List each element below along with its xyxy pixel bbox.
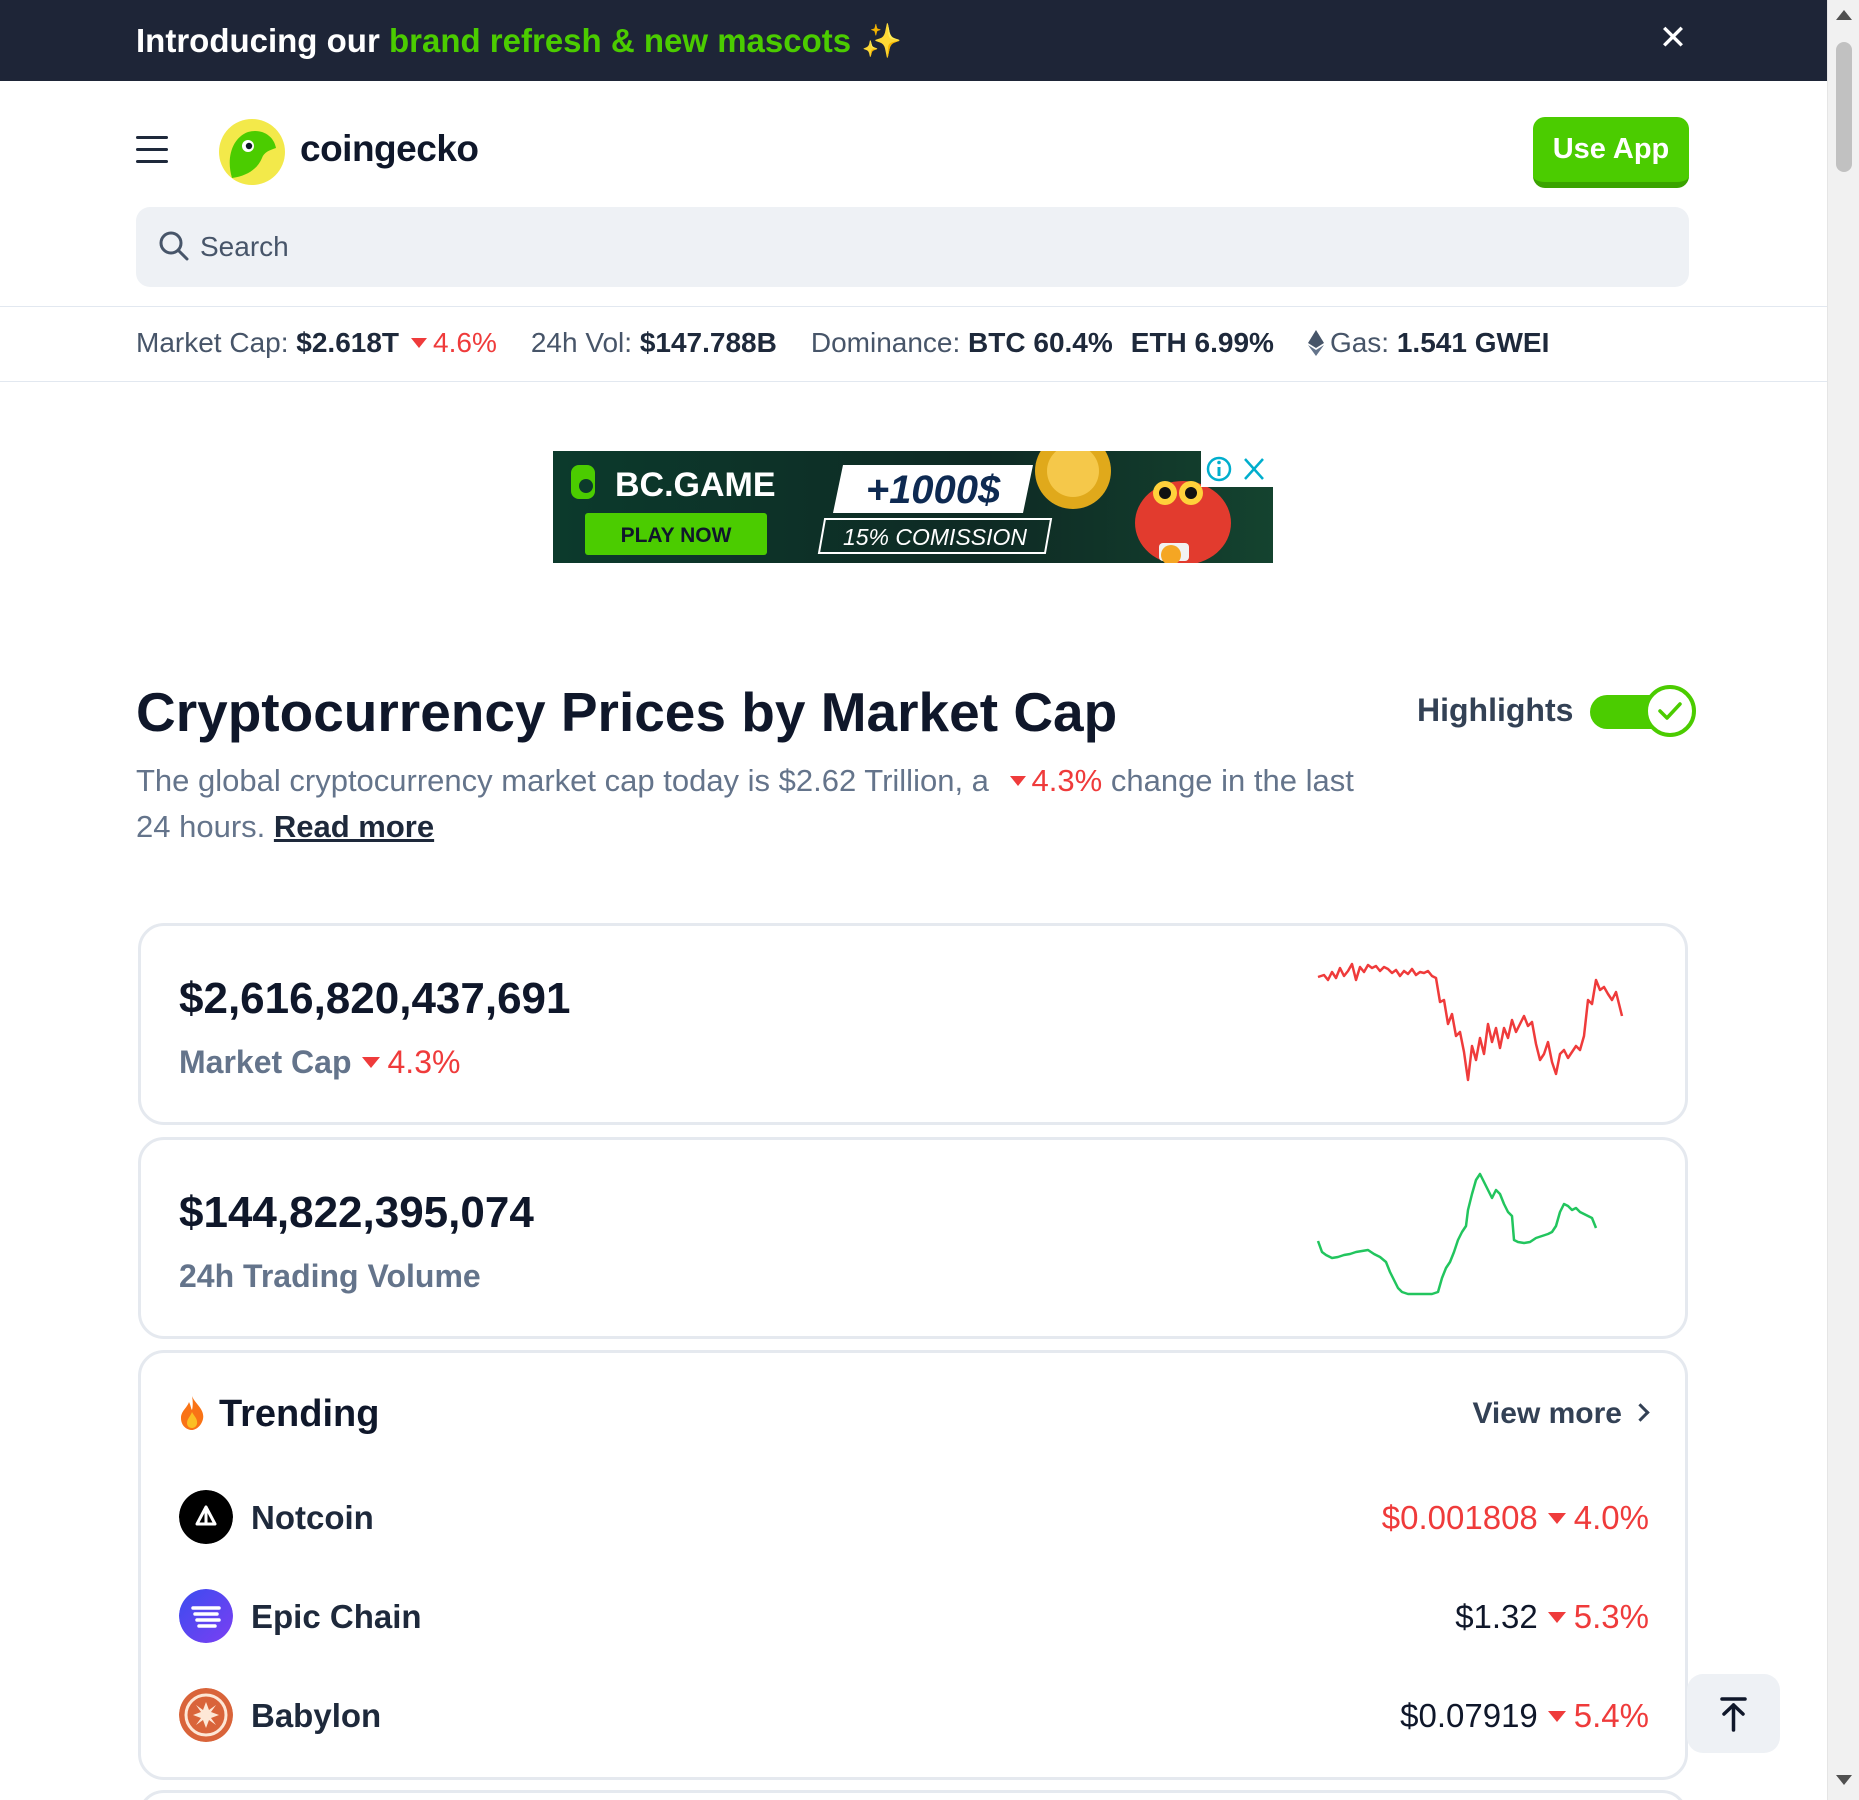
- scroll-down-icon[interactable]: [1836, 1775, 1852, 1785]
- check-icon: [1658, 702, 1682, 720]
- trending-item-name: Epic Chain: [251, 1598, 422, 1635]
- dominance-label: Dominance:: [810, 327, 961, 358]
- caret-down-icon: [1009, 776, 1026, 787]
- trending-header: Trending: [179, 1393, 379, 1436]
- subtitle-change: 4.3%: [1031, 763, 1103, 798]
- chevron-right-icon: [1631, 1402, 1650, 1422]
- market-cap-value: $2.618T: [296, 327, 400, 358]
- search-bar[interactable]: [136, 207, 1689, 287]
- notcoin-icon: [179, 1490, 233, 1544]
- market-cap-sparkline: [1317, 962, 1624, 1082]
- gas-label: Gas:: [1329, 327, 1390, 358]
- scrollbar-thumb[interactable]: [1836, 42, 1852, 172]
- page-subtitle: The global cryptocurrency market cap tod…: [136, 758, 1376, 850]
- caret-down-icon: [1547, 1611, 1566, 1623]
- ad-bonus-text: +1000$: [866, 468, 1001, 512]
- btc-dominance: BTC 60.4%: [968, 327, 1113, 358]
- search-input[interactable]: [200, 221, 1600, 273]
- highlights-label: Highlights: [1417, 692, 1574, 728]
- babylon-icon: [179, 1688, 233, 1742]
- volume-stat[interactable]: 24h Vol: $147.788B: [531, 327, 777, 358]
- market-cap-label: Market Cap:: [136, 327, 289, 358]
- caret-down-icon: [1547, 1710, 1566, 1722]
- next-card-edge: [138, 1790, 1688, 1800]
- page-scrollbar[interactable]: [1827, 0, 1859, 1800]
- scroll-up-icon[interactable]: [1836, 10, 1852, 20]
- trending-card: Trending View more Notcoin $0.001808 4.0%…: [138, 1350, 1688, 1780]
- trending-item-change: 4.0%: [1573, 1499, 1649, 1536]
- trending-item-price-change: $1.32 5.3%: [1455, 1598, 1649, 1636]
- trending-item-price: $1.32: [1455, 1598, 1538, 1635]
- eth-dominance: ETH 6.99%: [1130, 327, 1274, 358]
- announcement-prefix: Introducing our: [136, 22, 380, 59]
- trading-volume-label: 24h Trading Volume: [179, 1258, 481, 1294]
- epic-chain-icon: [179, 1589, 233, 1643]
- trading-volume-card[interactable]: $144,822,395,074 24h Trading Volume: [138, 1137, 1688, 1339]
- trading-volume-sparkline: [1316, 1172, 1598, 1296]
- arrow-up-icon: [1720, 1697, 1747, 1732]
- trading-volume-total: $144,822,395,074: [179, 1188, 534, 1237]
- search-icon: [159, 231, 189, 261]
- trending-item[interactable]: Babylon $0.07919 5.4%: [179, 1686, 1649, 1746]
- market-cap-change: 4.6%: [433, 327, 497, 358]
- view-more-label: View more: [1472, 1397, 1622, 1430]
- announcement-highlight-link[interactable]: brand refresh & new mascots: [389, 22, 851, 59]
- ad-brand-text: BC.GAME: [615, 466, 776, 504]
- view-more-link[interactable]: View more: [1472, 1397, 1650, 1431]
- trending-item-price-change: $0.001808 4.0%: [1382, 1499, 1649, 1537]
- gas-stat[interactable]: Gas: 1.541 GWEI: [1307, 327, 1550, 358]
- trending-title: Trending: [219, 1393, 380, 1435]
- read-more-link[interactable]: Read more: [274, 809, 434, 844]
- global-stats-bar: Market Cap: $2.618T 4.6% 24h Vol: $147.788…: [0, 306, 1827, 382]
- gas-value: 1.541 GWEI: [1396, 327, 1550, 358]
- caret-down-icon: [1547, 1512, 1566, 1524]
- close-announcement-button[interactable]: ✕: [1655, 20, 1691, 56]
- ad-cta-text: PLAY NOW: [621, 524, 732, 547]
- trending-item[interactable]: Notcoin $0.001808 4.0%: [179, 1488, 1649, 1548]
- market-cap-total: $2,616,820,437,691: [179, 974, 571, 1023]
- subtitle-text: The global cryptocurrency market cap tod…: [136, 763, 989, 798]
- market-cap-card-change: 4.3%: [387, 1044, 461, 1080]
- dominance-stat[interactable]: Dominance: BTC 60.4% ETH 6.99%: [811, 327, 1274, 358]
- ethereum-icon: [1307, 329, 1324, 356]
- highlights-toggle[interactable]: [1590, 685, 1698, 737]
- menu-icon[interactable]: [136, 136, 170, 164]
- trending-item-name: Babylon: [251, 1697, 382, 1734]
- coingecko-logo[interactable]: [218, 118, 286, 186]
- trending-item-change: 5.4%: [1573, 1697, 1649, 1734]
- use-app-button[interactable]: Use App: [1533, 117, 1689, 188]
- trending-item-price: $0.001808: [1381, 1499, 1538, 1536]
- market-cap-card-label: Market Cap 4.3%: [179, 1044, 460, 1081]
- brand-name[interactable]: coingecko: [300, 128, 479, 170]
- trending-item-name: Notcoin: [251, 1499, 374, 1536]
- trending-item-price-change: $0.07919 5.4%: [1400, 1697, 1649, 1735]
- scroll-to-top-button[interactable]: [1687, 1674, 1780, 1753]
- market-cap-stat[interactable]: Market Cap: $2.618T 4.6%: [136, 327, 497, 358]
- ad-commission-text: 15% COMISSION: [843, 524, 1027, 550]
- market-cap-card[interactable]: $2,616,820,437,691 Market Cap 4.3%: [138, 923, 1688, 1125]
- page-title: Cryptocurrency Prices by Market Cap: [136, 681, 1118, 743]
- caret-down-icon: [411, 338, 428, 349]
- volume-label: 24h Vol:: [530, 327, 633, 358]
- volume-value: $147.788B: [639, 327, 777, 358]
- announcement-bar: Introducing our brand refresh & new masc…: [0, 0, 1827, 81]
- trending-item[interactable]: Epic Chain $1.32 5.3%: [179, 1587, 1649, 1647]
- flame-icon: [181, 1395, 204, 1430]
- sparkles-icon: ✨: [861, 22, 903, 59]
- trending-item-change: 5.3%: [1573, 1598, 1649, 1635]
- announcement-text[interactable]: Introducing our brand refresh & new masc…: [136, 22, 902, 61]
- caret-down-icon: [361, 1057, 380, 1069]
- bc-game-ad-banner[interactable]: BC.GAME PLAY NOW +1000$ 15% COMISSION: [553, 451, 1273, 563]
- market-cap-card-title: Market Cap: [179, 1044, 352, 1080]
- trending-item-price: $0.07919: [1400, 1697, 1538, 1734]
